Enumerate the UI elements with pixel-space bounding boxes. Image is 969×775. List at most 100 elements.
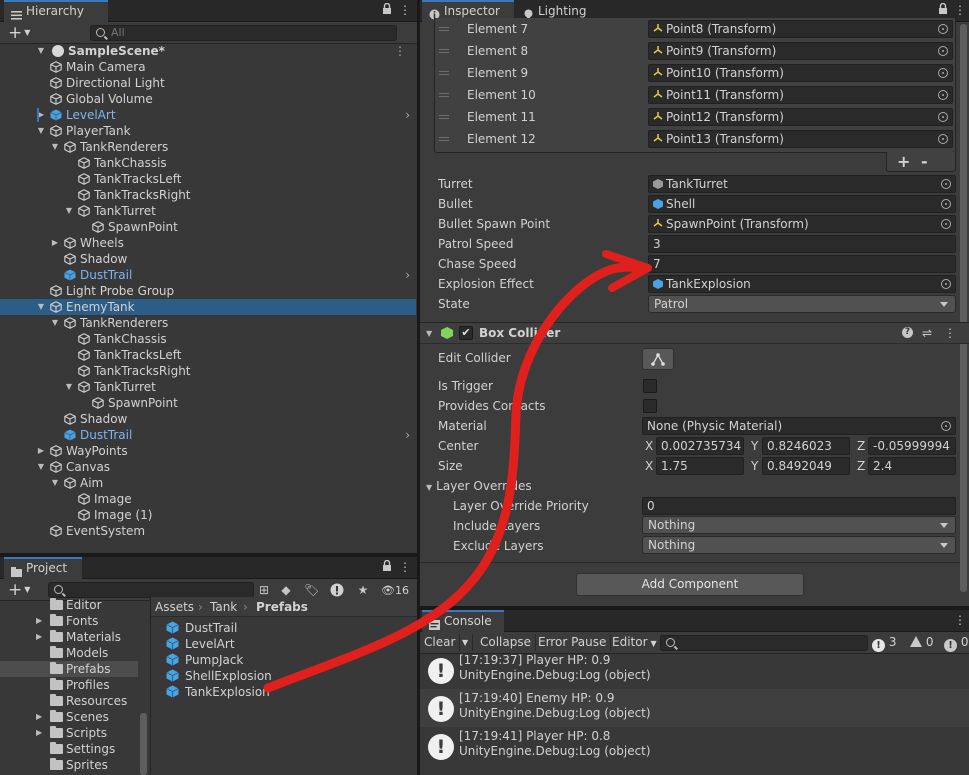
console-log-entry[interactable]: [17:19:41] Player HP: 0.8UnityEngine.Deb… xyxy=(420,727,969,765)
object-picker-icon[interactable] xyxy=(938,134,948,144)
warning-filter-icon[interactable] xyxy=(330,583,344,597)
hierarchy-item[interactable]: EventSystem xyxy=(0,523,416,539)
hierarchy-item[interactable]: Shadow xyxy=(0,411,416,427)
create-dropdown[interactable]: + ▼ xyxy=(8,23,30,43)
breadcrumb-item-assets[interactable]: Assets xyxy=(155,597,194,617)
enabled-checkbox[interactable]: ✔ xyxy=(459,326,473,340)
help-icon[interactable]: ? xyxy=(902,327,913,338)
more-menu-icon[interactable]: ⋮ xyxy=(394,43,406,59)
hierarchy-item[interactable]: Global Volume xyxy=(0,91,416,107)
center-z-axis-label[interactable]: Z xyxy=(857,436,865,456)
console-log-entry[interactable]: [17:19:37] Player HP: 0.9UnityEngine.Deb… xyxy=(420,651,969,689)
is-trigger-checkbox[interactable] xyxy=(643,379,657,393)
bullet-field[interactable]: Shell xyxy=(648,195,956,213)
hierarchy-item[interactable]: ▼ TankTurret xyxy=(0,379,416,395)
lock-icon[interactable] xyxy=(936,2,950,17)
inspector-scrollbar[interactable] xyxy=(960,24,967,592)
drag-handle-icon[interactable] xyxy=(439,93,449,97)
transform-field[interactable]: Point12 (Transform) xyxy=(648,108,953,126)
console-search-input[interactable] xyxy=(660,635,868,651)
hierarchy-item[interactable]: ▼ Aim xyxy=(0,475,416,491)
expand-arrow-icon[interactable]: ▶ xyxy=(36,725,42,741)
folder-item[interactable]: Settings xyxy=(4,741,147,757)
favorite-star-icon[interactable]: ★ xyxy=(356,583,370,597)
hierarchy-item[interactable]: TankTracksLeft xyxy=(0,171,416,187)
collapse-toggle[interactable]: Collapse xyxy=(476,634,536,651)
expand-arrow-icon[interactable]: ▶ xyxy=(36,443,46,459)
folder-item[interactable]: Prefabs xyxy=(0,661,138,677)
more-menu-icon[interactable]: ⋮ xyxy=(944,323,956,344)
drag-handle-icon[interactable] xyxy=(439,115,449,119)
add-component-button[interactable]: Add Component xyxy=(576,573,804,596)
label-filter-icon[interactable]: 🏷 xyxy=(304,583,319,597)
collapse-arrow-icon[interactable]: ▼ xyxy=(50,139,60,155)
state-dropdown[interactable]: Patrol xyxy=(648,295,956,313)
project-search-input[interactable] xyxy=(48,582,254,598)
hierarchy-item[interactable]: Image xyxy=(0,491,416,507)
collapse-arrow-icon[interactable]: ▼ xyxy=(50,315,60,331)
add-element-button[interactable]: + xyxy=(897,152,910,172)
open-prefab-chevron-icon[interactable]: › xyxy=(405,267,410,283)
turret-field[interactable]: TankTurret xyxy=(648,175,956,193)
asset-item[interactable]: TankExplosion xyxy=(166,684,270,700)
expand-arrow-icon[interactable]: ▶ xyxy=(36,629,42,645)
transform-field[interactable]: Point11 (Transform) xyxy=(648,86,953,104)
remove-element-button[interactable]: - xyxy=(921,152,928,172)
edit-collider-button[interactable] xyxy=(642,348,674,370)
object-picker-icon[interactable] xyxy=(938,46,948,56)
hierarchy-item[interactable]: ▶ Wheels xyxy=(0,235,416,251)
folder-item[interactable]: Sprites xyxy=(4,757,147,773)
drag-handle-icon[interactable] xyxy=(439,27,449,31)
center-y-axis-label[interactable]: Y xyxy=(751,436,758,456)
hierarchy-item[interactable]: TankTracksRight xyxy=(0,363,416,379)
override-priority-input[interactable]: 0 xyxy=(642,497,956,515)
hierarchy-item[interactable]: Main Camera xyxy=(0,59,416,75)
folder-item[interactable]: Editor xyxy=(4,597,147,613)
object-picker-icon[interactable] xyxy=(941,179,951,189)
hierarchy-item[interactable]: Shadow xyxy=(0,251,416,267)
asset-item[interactable]: ShellExplosion xyxy=(166,668,272,684)
foldout-arrow-icon[interactable]: ▼ xyxy=(426,323,432,344)
console-log-entry[interactable]: [17:19:40] Enemy HP: 0.9UnityEngine.Debu… xyxy=(420,689,969,727)
list-item[interactable]: Element 10 Point11 (Transform) xyxy=(436,84,956,106)
size-y-axis-label[interactable]: Y xyxy=(751,456,758,476)
hierarchy-item[interactable]: SpawnPoint xyxy=(0,219,416,235)
presets-icon[interactable]: ⇌ xyxy=(922,323,932,344)
hierarchy-item[interactable]: ▼ EnemyTank xyxy=(0,299,416,315)
hierarchy-item[interactable]: Light Probe Group xyxy=(0,283,416,299)
folder-item[interactable]: Models xyxy=(4,645,147,661)
list-item[interactable]: Element 7 Point8 (Transform) xyxy=(436,18,956,40)
size-x-axis-label[interactable]: X xyxy=(645,456,653,476)
object-picker-icon[interactable] xyxy=(941,219,951,229)
hierarchy-item[interactable]: ▶ LevelArt › xyxy=(0,107,416,123)
open-prefab-chevron-icon[interactable]: › xyxy=(405,427,410,443)
expand-arrow-icon[interactable]: ▶ xyxy=(50,235,60,251)
collapse-arrow-icon[interactable]: ▼ xyxy=(50,475,60,491)
size-z-input[interactable]: 2.4 xyxy=(868,457,956,475)
hierarchy-item[interactable]: TankTracksLeft xyxy=(0,347,416,363)
collapse-arrow-icon[interactable]: ▼ xyxy=(36,299,46,315)
hierarchy-item[interactable]: ▼ TankTurret xyxy=(0,203,416,219)
tab-project[interactable]: Project xyxy=(4,557,82,579)
open-prefab-chevron-icon[interactable]: › xyxy=(405,107,410,123)
list-item[interactable]: Element 12 Point13 (Transform) xyxy=(436,128,956,150)
hidden-packages-toggle[interactable]: 👁16 xyxy=(381,582,409,598)
exclude-layers-dropdown[interactable]: Nothing xyxy=(642,536,956,554)
expand-arrow-icon[interactable]: ▶ xyxy=(36,709,42,725)
transform-field[interactable]: Point13 (Transform) xyxy=(648,130,953,148)
box-collider-header[interactable]: ▼ ✔ Box Collider ? ⇌ ⋮ xyxy=(420,322,969,344)
object-picker-icon[interactable] xyxy=(938,68,948,78)
include-layers-dropdown[interactable]: Nothing xyxy=(642,516,956,534)
hierarchy-item[interactable]: DustTrail › xyxy=(0,267,416,283)
size-y-input[interactable]: 0.8492049 xyxy=(762,457,850,475)
collapse-arrow-icon[interactable]: ▼ xyxy=(36,123,46,139)
folder-item[interactable]: ▶ Fonts xyxy=(4,613,147,629)
editor-dropdown[interactable]: Editor ▼ xyxy=(608,634,662,651)
hierarchy-search-input[interactable]: All xyxy=(90,25,397,41)
lock-icon[interactable] xyxy=(380,2,394,17)
hierarchy-item[interactable]: ▼ TankRenderers xyxy=(0,315,416,331)
more-menu-icon[interactable]: ⋮ xyxy=(953,3,967,17)
hierarchy-item[interactable]: ▼ Canvas xyxy=(0,459,416,475)
object-picker-icon[interactable] xyxy=(938,24,948,34)
explosion-effect-field[interactable]: TankExplosion xyxy=(648,275,956,293)
